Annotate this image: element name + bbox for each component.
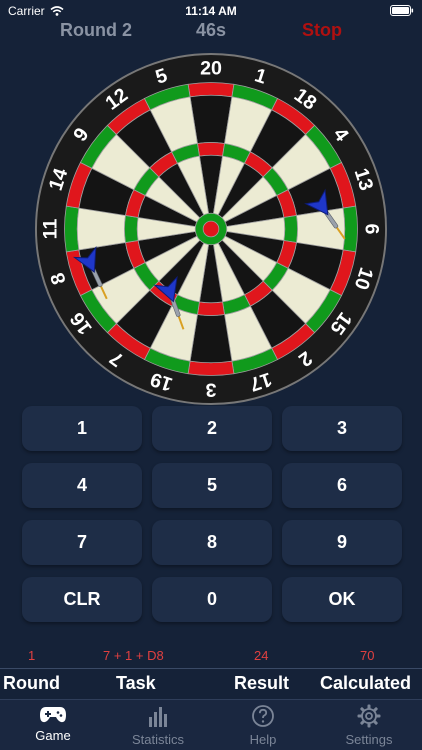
double-segment[interactable]	[187, 82, 235, 98]
double-segment[interactable]	[64, 205, 80, 253]
column-result: Result	[234, 673, 290, 693]
tab-settings[interactable]: Settings	[319, 704, 419, 750]
ok-button[interactable]: OK	[282, 577, 402, 622]
key-1[interactable]: 1	[22, 406, 142, 451]
tab-game-label: Game	[35, 728, 71, 743]
clear-button[interactable]: CLR	[22, 577, 142, 622]
status-bar: Carrier 11:14 AM	[0, 0, 422, 22]
clock: 11:14 AM	[185, 4, 237, 18]
bar-chart-icon	[149, 707, 167, 727]
bullseye[interactable]	[202, 220, 220, 238]
board-number: 6	[360, 224, 382, 235]
timer-label: 46s	[195, 20, 227, 40]
dartboard[interactable]: 20 11841361015217319716811149125	[31, 52, 391, 406]
history-calculated: 70	[360, 648, 375, 663]
divider	[0, 668, 422, 669]
double-segment[interactable]	[342, 205, 358, 253]
stop-button[interactable]: Stop	[302, 20, 342, 41]
treble-segment[interactable]	[124, 215, 139, 243]
battery-icon	[390, 5, 414, 16]
key-5[interactable]: 5	[152, 463, 272, 508]
help-icon	[252, 705, 274, 727]
tab-settings-label: Settings	[345, 732, 393, 747]
treble-segment[interactable]	[197, 301, 225, 316]
history-round: 1	[28, 648, 36, 663]
tab-bar: Game Statistics Help Settings	[0, 699, 422, 750]
key-4[interactable]: 4	[22, 463, 142, 508]
key-3[interactable]: 3	[282, 406, 402, 451]
column-calculated: Calculated	[320, 673, 412, 693]
treble-segment[interactable]	[197, 142, 225, 157]
treble-segment[interactable]	[283, 215, 298, 243]
column-headers: Round Task Result Calculated	[0, 673, 422, 695]
key-2[interactable]: 2	[152, 406, 272, 451]
game-header: Round 2 46s Stop	[0, 20, 422, 44]
tab-game[interactable]: Game	[3, 704, 103, 750]
tab-help-label: Help	[249, 732, 277, 747]
tab-statistics-label: Statistics	[131, 732, 184, 747]
round-label: Round 2	[60, 20, 132, 40]
board-number: 11	[40, 219, 62, 240]
history-row: 1 7 + 1 + D8 24 70	[0, 648, 422, 664]
board-number: 20	[200, 58, 222, 80]
dartboard-area[interactable]: 20 1 18 4 13 6 10 15 2 17 3 19 7 16 8 11 14 9 12 5	[31, 52, 391, 406]
gamepad-icon	[40, 707, 66, 723]
board-number: 3	[205, 378, 216, 400]
double-segment[interactable]	[187, 360, 235, 376]
history-task: 7 + 1 + D8	[103, 648, 164, 663]
tab-help[interactable]: Help	[213, 704, 313, 750]
key-9[interactable]: 9	[282, 520, 402, 565]
key-8[interactable]: 8	[152, 520, 272, 565]
tab-statistics[interactable]: Statistics	[108, 704, 208, 750]
column-task: Task	[116, 673, 156, 693]
keypad: 1 2 3 4 5 6 7 8 9 CLR 0 OK	[22, 406, 402, 622]
history-result: 24	[254, 648, 269, 663]
key-0[interactable]: 0	[152, 577, 272, 622]
column-round: Round	[3, 673, 60, 693]
key-6[interactable]: 6	[282, 463, 402, 508]
gear-icon	[357, 704, 381, 728]
key-7[interactable]: 7	[22, 520, 142, 565]
